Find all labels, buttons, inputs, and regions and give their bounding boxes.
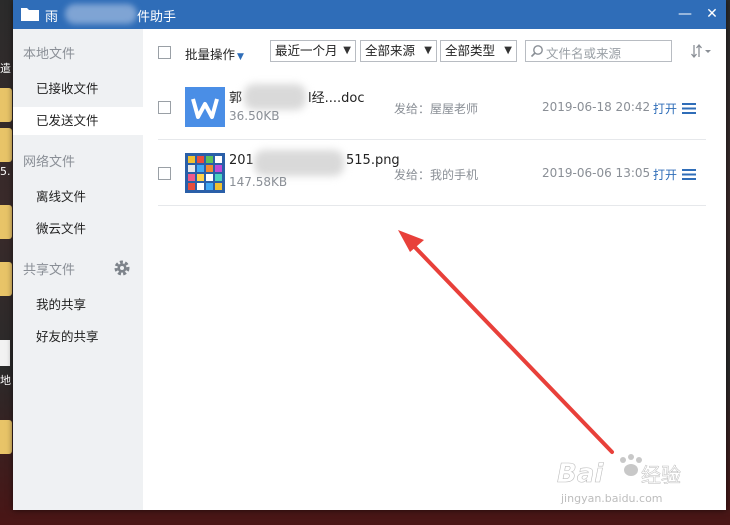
time-filter-value: 最近一个月 [275,43,338,58]
type-filter-value: 全部类型 [445,43,496,58]
paw-icon [620,454,642,476]
window-title-start: 雨 [45,10,59,25]
sidebar-item-received[interactable]: 已接收文件 [13,75,143,103]
folder-icon [21,8,39,21]
type-filter-select[interactable]: 全部类型 ▼ [440,40,517,62]
window-title-end: 件助手 [137,10,177,25]
desktop-folder-icon[interactable] [0,205,12,239]
minimize-button[interactable]: — [675,4,695,24]
search-placeholder: 文件名或来源 [546,46,622,61]
file-assistant-window: 雨 件助手 — ✕ 本地文件 已接收文件 已发送文件 网络文件 离线文件 微云文… [13,0,726,510]
caret-down-icon: ▼ [237,52,244,62]
file-size: 147.58KB [229,175,288,189]
source-filter-value: 全部来源 [365,43,416,58]
toolbar: 批量操作 ▼ 最近一个月 ▼ 全部来源 ▼ 全部类型 ▼ 文件名或来源 [143,29,726,73]
source-filter-select[interactable]: 全部来源 ▼ [360,40,437,62]
file-date: 2019-06-06 13:05 [542,166,651,180]
title-bar[interactable]: 雨 件助手 — ✕ [13,0,726,29]
sidebar-item-offline[interactable]: 离线文件 [13,183,143,211]
search-icon [530,45,543,58]
desktop-label: 5. [0,165,11,178]
title-redaction [65,4,137,24]
batch-operation-button[interactable]: 批量操作 ▼ [185,44,244,63]
chevron-down-icon: ▼ [504,45,512,56]
watermark-brand-right: 经验 [641,463,681,487]
desktop-document-icon[interactable] [0,340,10,366]
select-all-checkbox[interactable] [158,46,171,59]
time-filter-select[interactable]: 最近一个月 ▼ [270,40,356,62]
desktop-label: 遣 [0,62,11,75]
file-name-end: 515.png [346,153,400,168]
sidebar-section-local: 本地文件 [23,47,76,62]
open-file-link[interactable]: 打开 [653,166,677,183]
sidebar-section-shared: 共享文件 [23,263,76,278]
row-checkbox[interactable] [158,167,171,180]
file-row[interactable]: 郭 l经....doc 36.50KB 发给：屋屋老师 2019-06-18 2… [158,74,706,140]
file-name-start: 201 [229,153,254,168]
open-file-link[interactable]: 打开 [653,100,677,117]
file-name-end: l经....doc [308,91,365,106]
sidebar-item-friend-share[interactable]: 好友的共享 [13,323,143,351]
row-checkbox[interactable] [158,101,171,114]
file-name-redaction [244,84,306,110]
desktop-label: 地 [0,374,11,387]
file-list-panel: 批量操作 ▼ 最近一个月 ▼ 全部来源 ▼ 全部类型 ▼ 文件名或来源 郭 l经… [143,29,726,510]
watermark-url: jingyan.baidu.com [560,492,663,505]
file-name-redaction [254,150,344,176]
sort-icon[interactable] [690,43,714,59]
menu-icon[interactable] [682,103,696,114]
file-recipient: 发给：屋屋老师 [394,102,479,116]
file-name-start: 郭 [229,91,243,106]
desktop-folder-icon[interactable] [0,420,12,454]
desktop-folder-icon[interactable] [0,262,12,296]
gear-icon[interactable] [113,259,131,277]
chevron-down-icon: ▼ [424,45,432,56]
desktop-folder-icon[interactable] [0,128,12,162]
batch-operation-label: 批量操作 [185,47,236,62]
wps-doc-icon [185,87,225,127]
menu-icon[interactable] [682,169,696,180]
sidebar-item-my-share[interactable]: 我的共享 [13,291,143,319]
desktop-folder-icon[interactable] [0,88,12,122]
sidebar-item-weiyun[interactable]: 微云文件 [13,215,143,243]
baidu-jingyan-watermark: Bai 经验 jingyan.baidu.com [557,454,681,505]
close-button[interactable]: ✕ [702,4,722,24]
image-thumbnail-icon [185,153,225,193]
file-row[interactable]: 201 515.png 147.58KB 发给：我的手机 2019-06-06 … [158,140,706,206]
file-recipient: 发给：我的手机 [394,168,479,182]
sidebar: 本地文件 已接收文件 已发送文件 网络文件 离线文件 微云文件 共享文件 我的共… [13,29,143,510]
search-input[interactable]: 文件名或来源 [525,40,672,62]
file-size: 36.50KB [229,109,280,123]
sidebar-item-sent[interactable]: 已发送文件 [13,107,143,135]
sidebar-section-network: 网络文件 [23,155,76,170]
chevron-down-icon: ▼ [343,45,351,56]
file-date: 2019-06-18 20:42 [542,100,651,114]
watermark-brand-left: Bai [557,459,604,489]
